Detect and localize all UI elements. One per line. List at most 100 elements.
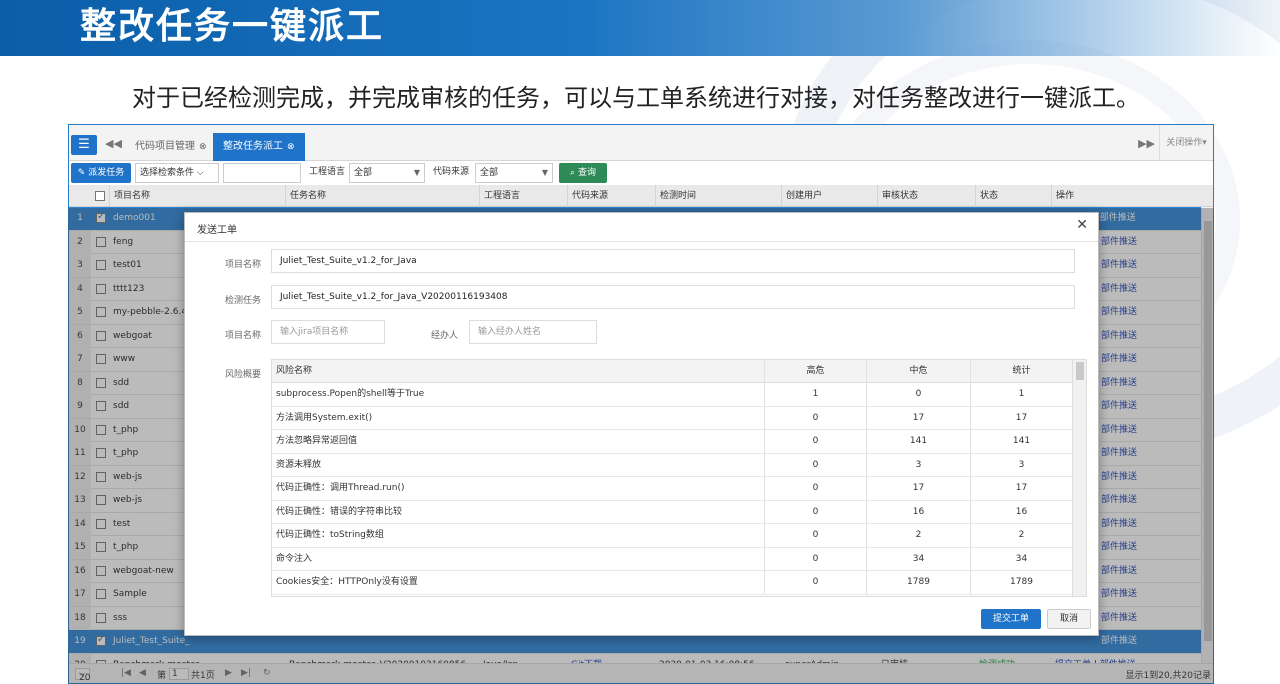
- risk-cell-high: 0: [764, 547, 866, 571]
- risk-cell-mid: 141: [866, 430, 970, 453]
- risk-header-high: 高危: [764, 360, 866, 383]
- jira-project-input[interactable]: 输入jira项目名称: [271, 320, 385, 344]
- source-value: 全部: [480, 168, 499, 178]
- submit-ticket-button[interactable]: 提交工单: [981, 609, 1041, 629]
- slide-title: 整改任务一键派工: [80, 6, 385, 47]
- risk-row: 代码正确性：toString数组 0 2 2: [272, 524, 1086, 548]
- dialog-divider: [185, 241, 1098, 242]
- risk-cell-mid: 3: [866, 453, 970, 477]
- close-ops-menu[interactable]: 关闭操作▾: [1159, 125, 1213, 161]
- header-checkbox[interactable]: [91, 185, 109, 207]
- risk-cell-high: 0: [764, 571, 866, 594]
- query-button[interactable]: ⌕ 查询: [559, 163, 607, 183]
- risk-cell-total: 1: [970, 383, 1072, 406]
- search-icon: ⌕: [570, 168, 576, 178]
- jira-project-label: 项目名称: [225, 331, 262, 341]
- risk-cell-high: 0: [764, 477, 866, 500]
- risk-cell-high: 0: [764, 453, 866, 477]
- risk-cell-high: 0: [764, 406, 866, 430]
- risk-scrollbar[interactable]: [1072, 360, 1086, 596]
- filter-label: 选择检索条件: [140, 168, 195, 178]
- tab-close-icon[interactable]: ⊗: [199, 142, 207, 152]
- risk-cell-name: Cookies安全：HTTPOnly没有设置: [276, 577, 418, 587]
- risk-table-body: subprocess.Popen的shell等于True 1 0 1 方法调用Syste…: [272, 383, 1086, 595]
- risk-cell-name: subprocess.Popen的shell等于True: [276, 389, 425, 399]
- header-user[interactable]: 创建用户: [781, 185, 877, 207]
- tab-scroll-left-icon[interactable]: ◀◀: [105, 137, 122, 150]
- lang-select[interactable]: 全部 ▼: [349, 163, 425, 183]
- header-audit[interactable]: 审核状态: [877, 185, 975, 207]
- risk-table-header: 风险名称 高危 中危 统计: [272, 360, 1086, 383]
- tab-code-project[interactable]: 代码项目管理 ⊗: [125, 133, 217, 161]
- handler-input[interactable]: 输入经办人姓名: [469, 320, 597, 344]
- tab-label: 代码项目管理: [135, 141, 195, 152]
- risk-table: 风险名称 高危 中危 统计 subprocess.Popen的shell等于Tr…: [271, 359, 1087, 597]
- risk-summary-label: 风险概要: [225, 370, 262, 380]
- risk-cell-total: 17: [970, 406, 1072, 430]
- header-ops: 操作: [1051, 185, 1203, 207]
- risk-cell-total: 34: [970, 547, 1072, 571]
- filter-select[interactable]: 选择检索条件 ⌵: [135, 163, 219, 183]
- project-label: 项目名称: [225, 260, 262, 270]
- risk-cell-mid: 34: [866, 547, 970, 571]
- title-banner: 整改任务一键派工: [0, 0, 1280, 56]
- risk-cell-mid: 0: [866, 383, 970, 406]
- tab-close-icon[interactable]: ⊗: [287, 142, 295, 152]
- risk-cell-name: 命令注入: [276, 553, 313, 564]
- chevron-down-icon: ▼: [541, 168, 548, 177]
- header-time[interactable]: 检测时间: [655, 185, 781, 207]
- lang-label: 工程语言: [309, 167, 346, 177]
- chevron-down-icon: ⌵: [196, 168, 204, 178]
- source-select[interactable]: 全部 ▼: [475, 163, 553, 183]
- risk-row: 资源未释放 0 3 3: [272, 453, 1086, 477]
- menu-icon[interactable]: ☰: [71, 135, 97, 155]
- risk-row: 方法调用System.exit() 0 17 17: [272, 406, 1086, 430]
- tab-scroll-right-icon[interactable]: ▶▶: [1138, 137, 1155, 150]
- dispatch-label: 派发任务: [88, 168, 125, 178]
- risk-cell-name: 代码正确性：错误的字符串比较: [276, 506, 403, 517]
- send-ticket-dialog: 发送工单 ✕ 项目名称 Juliet_Test_Suite_v1.2_for_J…: [184, 212, 1099, 636]
- risk-cell-mid: 2: [866, 524, 970, 547]
- header-task[interactable]: 任务名称: [285, 185, 479, 207]
- slide-subtitle: 对于已经检测完成，并完成审核的任务，可以与工单系统进行对接，对任务整改进行一键派…: [132, 84, 1140, 112]
- risk-header-name: 风险名称: [276, 366, 313, 376]
- risk-header-total: 统计: [970, 360, 1072, 383]
- source-label: 代码来源: [433, 167, 470, 177]
- query-label: 查询: [577, 168, 596, 178]
- handler-label: 经办人: [431, 331, 459, 341]
- risk-cell-high: 0: [764, 500, 866, 524]
- project-field[interactable]: Juliet_Test_Suite_v1.2_for_Java: [271, 249, 1075, 273]
- risk-cell-name: 代码正确性：调用Thread.run(): [276, 483, 405, 493]
- cancel-button[interactable]: 取消: [1047, 609, 1091, 629]
- risk-cell-name: 方法忽略异常返回值: [276, 436, 358, 446]
- close-icon[interactable]: ✕: [1076, 217, 1088, 233]
- risk-cell-mid: 16: [866, 500, 970, 524]
- pencil-icon: ✎: [77, 168, 86, 178]
- risk-header-mid: 中危: [866, 360, 970, 383]
- risk-row: 命令注入 0 34 34: [272, 547, 1086, 571]
- risk-cell-total: 1789: [970, 571, 1072, 594]
- dialog-title: 发送工单: [197, 225, 237, 236]
- chevron-down-icon: ▼: [413, 168, 420, 177]
- risk-cell-name: 资源未释放: [276, 459, 322, 470]
- risk-row: 代码正确性：调用Thread.run() 0 17 17: [272, 477, 1086, 501]
- risk-cell-total: 16: [970, 500, 1072, 524]
- header-project[interactable]: 项目名称: [109, 185, 285, 207]
- risk-cell-high: 0: [764, 524, 866, 547]
- risk-cell-name: 方法调用System.exit(): [276, 412, 373, 423]
- lang-value: 全部: [354, 168, 373, 178]
- risk-row: 方法忽略异常返回值 0 141 141: [272, 430, 1086, 454]
- scrollbar-thumb[interactable]: [1076, 362, 1084, 380]
- slide: 整改任务一键派工 对于已经检测完成，并完成审核的任务，可以与工单系统进行对接，对…: [0, 0, 1280, 684]
- risk-cell-mid: 1789: [866, 571, 970, 594]
- task-field[interactable]: Juliet_Test_Suite_v1.2_for_Java_V2020011…: [271, 285, 1075, 309]
- risk-row: Cookies安全：HTTPOnly没有设置 0 1789 1789: [272, 571, 1086, 595]
- header-lang[interactable]: 工程语言: [479, 185, 567, 207]
- header-status[interactable]: 状态: [975, 185, 1051, 207]
- dispatch-task-button[interactable]: ✎ 派发任务: [71, 163, 131, 183]
- task-label: 检测任务: [225, 296, 262, 306]
- tab-rectify-dispatch[interactable]: 整改任务派工 ⊗: [213, 133, 305, 161]
- filter-input[interactable]: [223, 163, 301, 183]
- header-source[interactable]: 代码来源: [567, 185, 655, 207]
- risk-cell-name: 代码正确性：toString数组: [276, 530, 384, 540]
